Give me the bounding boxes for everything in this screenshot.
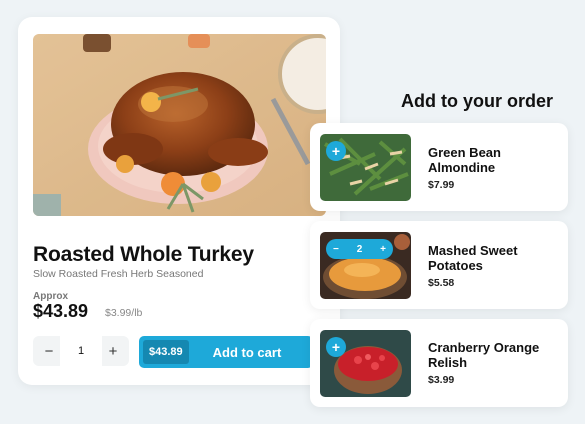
turkey-image: [33, 34, 326, 216]
quantity-value[interactable]: 1: [60, 336, 102, 366]
sweet-potatoes-quantity: 2: [356, 243, 363, 255]
cranberry-image: +: [320, 330, 411, 397]
addon-name: Mashed Sweet Potatoes: [428, 243, 518, 273]
addon-price: $3.99: [428, 374, 455, 386]
addon-name: Cranberry Orange Relish: [428, 340, 540, 370]
unit-price: $3.99/lb: [105, 307, 143, 319]
product-title: Roasted Whole Turkey: [33, 243, 254, 266]
product-card: Roasted Whole Turkey Slow Roasted Fresh …: [18, 17, 340, 385]
sweet-potatoes-stepper: − 2 +: [326, 239, 393, 259]
sweet-potatoes-image: − 2 +: [320, 232, 411, 299]
add-green-bean-button[interactable]: +: [326, 141, 346, 161]
addon-price: $5.58: [428, 277, 455, 289]
increment-button[interactable]: +: [105, 343, 121, 360]
quantity-stepper: − 1 +: [33, 336, 129, 366]
cart-price-badge: $43.89: [143, 340, 189, 364]
product-subtitle: Slow Roasted Fresh Herb Seasoned: [33, 268, 204, 280]
add-to-cart-label: Add to cart: [212, 344, 282, 360]
product-price: $43.89: [33, 301, 89, 321]
addon-card-sweet-potatoes[interactable]: − 2 + Mashed Sweet Potatoes $5.58: [310, 221, 568, 309]
decrement-button[interactable]: −: [41, 343, 57, 360]
addon-card-green-bean[interactable]: + Green Bean Almondine $7.99: [310, 123, 568, 211]
addon-name: Green Bean Almondine: [428, 145, 501, 175]
add-cranberry-button[interactable]: +: [326, 337, 346, 357]
sweet-potatoes-decrement[interactable]: −: [333, 244, 339, 255]
addons-title: Add to your order: [401, 91, 553, 111]
sweet-potatoes-increment[interactable]: +: [380, 244, 386, 255]
green-bean-image: +: [320, 134, 411, 201]
add-to-cart-button[interactable]: $43.89 Add to cart: [139, 336, 313, 368]
addon-price: $7.99: [428, 179, 455, 191]
addon-card-cranberry[interactable]: + Cranberry Orange Relish $3.99: [310, 319, 568, 407]
